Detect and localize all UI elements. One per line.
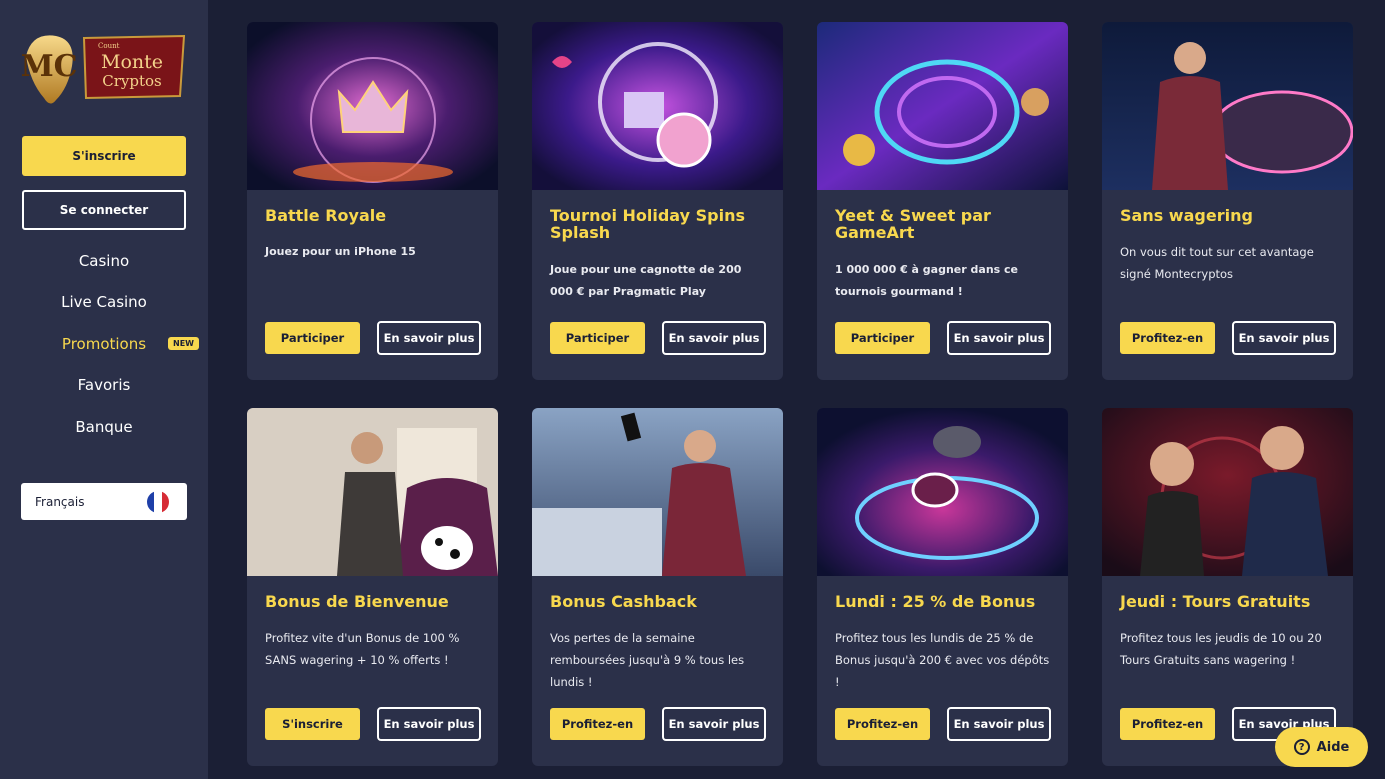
claim-button[interactable]: Profitez-en [550,708,645,740]
nav-item-favoris[interactable]: Favoris [0,365,208,407]
card-title: Sans wagering [1120,206,1253,225]
login-button[interactable]: Se connecter [22,190,186,230]
promo-card: Lundi : 25 % de Bonus Profitez tous les … [817,408,1068,766]
claim-button[interactable]: Profitez-en [1120,322,1215,354]
promo-card: Bonus Cashback Vos pertes de la semaine … [532,408,783,766]
promo-card: Sans wagering On vous dit tout sur cet a… [1102,22,1353,380]
nav-item-banque[interactable]: Banque [0,406,208,448]
roulette-chips-image [817,408,1068,576]
card-description: Profitez vite d'un Bonus de 100 % SANS w… [265,631,460,667]
claim-button[interactable]: Profitez-en [1120,708,1215,740]
learn-more-button[interactable]: En savoir plus [662,321,766,355]
man-phone-city-image [532,408,783,576]
nav-item-promotions[interactable]: Promotions NEW [0,323,208,365]
promo-card: Battle Royale Jouez pour un iPhone 15 Pa… [247,22,498,380]
language-selector[interactable]: Français [21,483,187,520]
card-description: Vos pertes de la semaine remboursées jus… [550,631,745,689]
promo-card: Bonus de Bienvenue Profitez vite d'un Bo… [247,408,498,766]
card-title: Tournoi Holiday Spins Splash [550,206,745,242]
couple-image [1102,408,1353,576]
crown-orb-image [247,22,498,190]
card-actions: Participer En savoir plus [835,321,1051,355]
learn-more-button[interactable]: En savoir plus [947,707,1051,741]
learn-more-button[interactable]: En savoir plus [377,707,481,741]
language-label: Français [35,494,85,509]
nav-label: Promotions [61,334,147,353]
signup-button[interactable]: S'inscrire [265,708,360,740]
card-title: Yeet & Sweet par GameArt [835,206,991,242]
gift-candy-image [532,22,783,190]
learn-more-button[interactable]: En savoir plus [1232,321,1336,355]
card-actions: Profitez-en En savoir plus [1120,321,1336,355]
card-actions: Participer En savoir plus [265,321,481,355]
learn-more-button[interactable]: En savoir plus [947,321,1051,355]
card-description: Profitez tous les jeudis de 10 ou 20 Tou… [1120,631,1322,667]
card-actions: S'inscrire En savoir plus [265,707,481,741]
card-title: Bonus de Bienvenue [265,592,449,611]
svg-text:MC: MC [22,49,78,84]
card-actions: Profitez-en En savoir plus [550,707,766,741]
card-description: Jouez pour un iPhone 15 [265,245,416,258]
card-actions: Profitez-en En savoir plus [835,707,1051,741]
new-badge: NEW [168,337,199,350]
card-description: 1 000 000 € à gagner dans ce tournois go… [835,263,1019,298]
card-actions: Participer En savoir plus [550,321,766,355]
promo-card: Tournoi Holiday Spins Splash Joue pour u… [532,22,783,380]
nav-label: Favoris [77,376,131,395]
question-circle-icon: ? [1293,739,1310,755]
nav-label: Banque [75,417,133,436]
participate-button[interactable]: Participer [265,322,360,354]
card-description: Profitez tous les lundis de 25 % de Bonu… [835,631,1050,689]
card-description: Joue pour une cagnotte de 200 000 € par … [550,263,742,298]
card-title: Bonus Cashback [550,592,697,611]
card-title: Jeudi : Tours Gratuits [1120,592,1311,611]
main-nav: Casino Live Casino Promotions NEW Favori… [0,240,208,448]
help-button[interactable]: ? Aide [1275,727,1368,767]
svg-text:Monte: Monte [101,51,163,73]
svg-text:Count: Count [98,42,120,50]
svg-text:Cryptos: Cryptos [102,72,161,90]
france-flag-icon [147,490,169,513]
card-title: Lundi : 25 % de Bonus [835,592,1036,611]
man-roulette-image [1102,22,1353,190]
nav-label: Casino [78,251,130,270]
promo-card: Jeudi : Tours Gratuits Profitez tous les… [1102,408,1353,766]
nav-item-live-casino[interactable]: Live Casino [0,282,208,324]
neon-rings-image [817,22,1068,190]
sidebar: MC Count Monte Cryptos S'inscrire Se con… [0,0,208,779]
learn-more-button[interactable]: En savoir plus [662,707,766,741]
help-label: Aide [1316,739,1350,755]
learn-more-button[interactable]: En savoir plus [377,321,481,355]
signup-button[interactable]: S'inscrire [22,136,186,176]
nav-label: Live Casino [61,293,147,312]
participate-button[interactable]: Participer [835,322,930,354]
participate-button[interactable]: Participer [550,322,645,354]
card-title: Battle Royale [265,206,387,225]
claim-button[interactable]: Profitez-en [835,708,930,740]
montecryptos-logo[interactable]: MC Count Monte Cryptos [22,26,188,110]
promotions-grid: Battle Royale Jouez pour un iPhone 15 Pa… [247,22,1353,766]
card-description: On vous dit tout sur cet avantage signé … [1120,245,1314,281]
nav-item-casino[interactable]: Casino [0,240,208,282]
promo-card: Yeet & Sweet par GameArt 1 000 000 € à g… [817,22,1068,380]
man-dalmatian-image [247,408,498,576]
